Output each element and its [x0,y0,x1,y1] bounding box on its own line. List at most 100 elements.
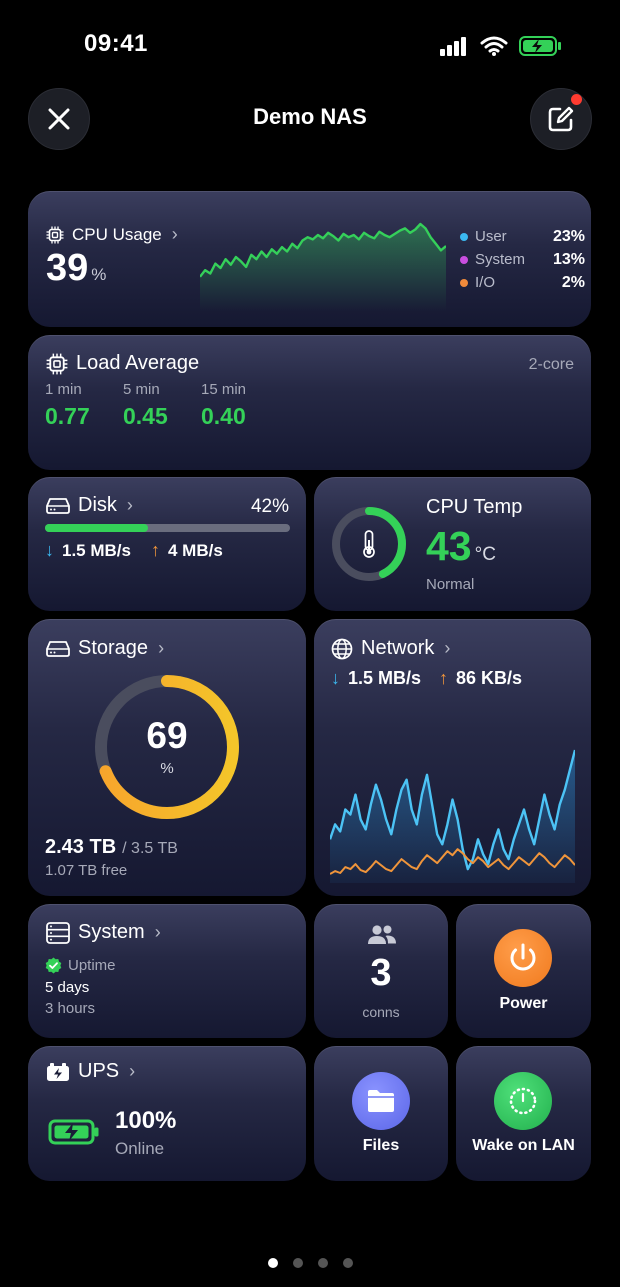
chevron-right-icon: › [154,922,161,942]
disk-drive-icon [46,640,70,657]
status-time: 09:41 [84,30,148,57]
network-up: 86 KB/s [456,668,523,688]
cpu-temp-title: CPU Temp [426,496,523,518]
download-arrow-icon: ↓ [45,540,54,560]
page-dot[interactable] [317,1258,328,1268]
load-5min: 5 min 0.45 [123,381,203,430]
network-chart [330,749,575,883]
ups-percent: 100% [115,1107,177,1134]
wake-on-lan-card[interactable]: Wake on LAN [456,1046,591,1181]
upload-arrow-icon: ↑ [150,540,160,560]
legend-label: I/O [475,274,496,291]
check-badge-icon [45,957,62,974]
load-15min: 15 min 0.40 [201,381,281,430]
storage-percent: 69 [146,715,188,756]
battery-icon [519,36,561,56]
page-dot[interactable] [292,1258,303,1268]
cpu-temp-status: Normal [426,576,475,593]
page-dot[interactable] [342,1258,353,1268]
cpu-legend-item: System 13% [460,248,585,271]
users-icon [368,925,396,944]
chevron-right-icon: › [171,224,178,244]
ups-status: Online [115,1139,165,1158]
disk-percent: 42% [250,496,289,517]
network-card[interactable]: Network › ↓ 1.5 MB/s ↑ 86 KB/s [314,619,591,896]
power-label: Power [499,995,548,1012]
status-icons [438,32,564,60]
disk-usage-fill [45,524,148,532]
files-button[interactable] [352,1072,410,1130]
chevron-right-icon: › [126,495,133,515]
load-value: 0.77 [45,403,90,429]
server-icon [46,921,70,944]
signal-icon [440,37,466,56]
storage-card[interactable]: Storage › 69 % 2.43 TB / 3.5 TB 1.07 TB … [28,619,306,896]
wake-on-lan-label: Wake on LAN [472,1137,575,1154]
cpu-usage-sparkline [200,222,446,311]
connections-card[interactable]: 3 conns [314,904,448,1038]
legend-value: 23% [552,227,585,245]
disk-write: 4 MB/s [167,540,223,560]
disk-usage-bar [45,524,290,532]
cpu-legend-item: I/O 2% [460,271,585,294]
ups-title: UPS [78,1060,120,1082]
system-card[interactable]: System › Uptime 5 days 3 hours [28,904,306,1038]
cpu-usage-value: 39 [46,247,89,289]
download-arrow-icon: ↓ [331,668,340,688]
legend-label: System [475,251,526,268]
thermometer-icon [363,530,375,558]
network-title: Network [361,637,435,659]
power-card[interactable]: Power [456,904,591,1038]
globe-icon [331,638,353,659]
load-label: 15 min [201,381,247,398]
storage-title: Storage [78,637,149,659]
cpu-usage-unit: % [91,265,107,284]
cpu-temp-value: 43 [426,523,472,569]
ups-card[interactable]: UPS › 100% Online [28,1046,306,1181]
legend-label: User [475,228,507,245]
files-label: Files [362,1137,400,1154]
page-dot-active[interactable] [267,1258,278,1268]
battery-charging-icon [48,1119,99,1145]
legend-dot [460,255,468,264]
wake-on-lan-button[interactable] [494,1072,552,1130]
legend-dot [460,232,468,241]
load-label: 1 min [45,381,82,398]
disk-read: 1.5 MB/s [62,540,131,560]
wake-dotted-circle-icon [509,1087,537,1115]
network-down: 1.5 MB/s [348,668,422,688]
storage-percent-sign: % [160,760,174,777]
cpu-chip-icon [46,353,68,374]
load-value: 0.45 [123,403,168,429]
disk-card[interactable]: Disk › 42% ↓ 1.5 MB/s ↑ 4 MB/s [28,477,306,611]
cpu-legend: User 23% System 13% I/O 2% [460,225,585,294]
folder-icon [368,1090,394,1112]
cpu-temp-unit: °C [474,544,496,565]
load-average-card: Load Average 2-core 1 min 0.77 5 min 0.4… [28,335,591,470]
legend-value: 2% [561,273,585,291]
cpu-usage-card[interactable]: CPU Usage › 39 % User 23% System 13% I/O 2% [28,191,591,327]
wifi-icon [480,36,508,53]
cpu-legend-item: User 23% [460,225,585,248]
chevron-right-icon: › [129,1061,136,1081]
load-label: 5 min [123,381,160,398]
power-button[interactable] [494,929,552,987]
edit-icon [548,106,574,132]
connections-value: 3 [370,952,392,994]
page-title: Demo NAS [253,104,367,129]
edit-button[interactable] [530,88,592,150]
network-down-area [330,750,575,883]
uptime-days: 5 days [45,979,90,996]
connections-label: conns [362,1004,400,1020]
upload-arrow-icon: ↑ [439,668,449,688]
uptime-label: Uptime [68,957,116,974]
storage-used: 2.43 TB [45,836,117,858]
cpu-temp-card: CPU Temp 43 °C Normal [314,477,591,611]
ups-battery-icon [47,1062,69,1081]
files-card[interactable]: Files [314,1046,448,1181]
chevron-right-icon: › [158,638,165,658]
legend-dot [460,278,468,287]
page-indicator[interactable] [0,1258,620,1268]
load-average-title: Load Average [76,352,200,374]
temp-gauge [332,507,406,581]
